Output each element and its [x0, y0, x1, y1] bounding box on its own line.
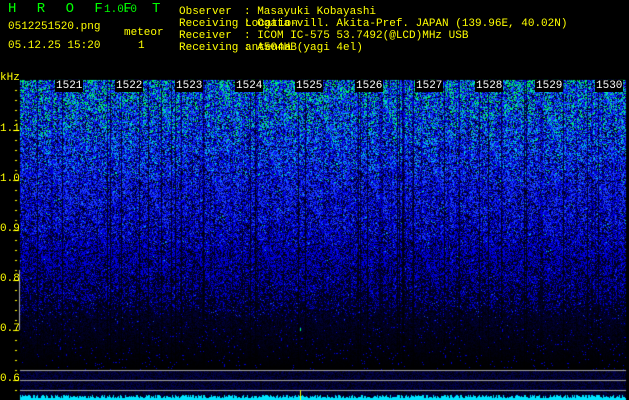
info-value: : A504HB(yagi 4el) [244, 42, 363, 54]
time-tick-label: 1526 [355, 80, 384, 92]
time-tick-label: 1525 [295, 80, 324, 92]
info-value: : ICOM IC-575 53.7492(@LCD)MHz USB [244, 30, 469, 42]
app-name: H R O F F T [8, 1, 167, 17]
filename: 0512251520.png [8, 21, 101, 33]
info-value: : Ogata-vill. Akita-Pref. JAPAN (139.96E… [244, 18, 568, 30]
y-axis-label: kHz [0, 72, 20, 84]
y-tick-label: 1.0 [0, 173, 20, 185]
datetime: 05.12.25 15:20 [8, 40, 101, 52]
info-label: Receiver [179, 30, 232, 42]
time-tick-label: 1521 [55, 80, 84, 92]
time-tick-label: 1523 [175, 80, 204, 92]
meteor-count: 1 [138, 40, 145, 52]
y-tick-label: 1.1 [0, 123, 20, 135]
time-tick-label: 1524 [235, 80, 264, 92]
y-tick-label: 0.9 [0, 223, 20, 235]
y-tick-label: 0.8 [0, 273, 20, 285]
time-tick-label: 1529 [535, 80, 564, 92]
time-tick-label: 1522 [115, 80, 144, 92]
app-version: 1.0.0 [104, 4, 138, 16]
hrofft-display: H R O F F T 1.0.0 0512251520.png 05.12.2… [0, 0, 629, 400]
y-tick-label: 0.6 [0, 373, 20, 385]
meteor-label: meteor [124, 27, 164, 39]
time-tick-label: 1527 [415, 80, 444, 92]
time-tick-label: 1530 [595, 80, 624, 92]
time-tick-label: 1528 [475, 80, 504, 92]
info-value: : Masayuki Kobayashi [244, 6, 377, 18]
spectrogram-canvas [0, 0, 629, 400]
info-label: Observer [179, 6, 232, 18]
y-tick-label: 0.7 [0, 323, 20, 335]
